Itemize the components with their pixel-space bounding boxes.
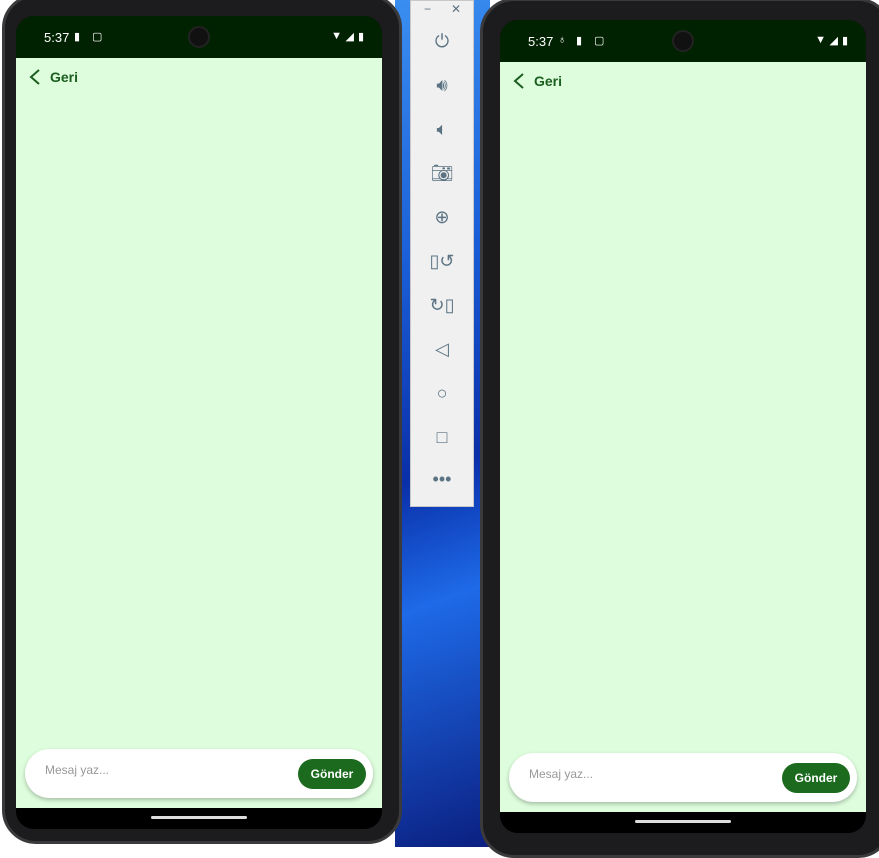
chat-area: Geri Gönder bbox=[500, 62, 866, 812]
message-bar: Gönder bbox=[509, 753, 857, 802]
sd-card-icon: ▮ bbox=[74, 31, 81, 43]
home-gesture-bar[interactable] bbox=[151, 816, 247, 819]
zoom-icon[interactable]: ⊕ bbox=[411, 207, 473, 228]
camera-cutout bbox=[672, 30, 694, 52]
volume-down-icon[interactable]: 🔈︎ bbox=[411, 119, 473, 140]
power-icon[interactable]: ⏻ bbox=[411, 31, 473, 52]
minimize-icon[interactable]: − bbox=[424, 2, 431, 16]
rotate-left-icon[interactable]: ▯↺ bbox=[411, 251, 473, 272]
emulator-toolbar: − ✕ ⏻ 🔊︎ 🔈︎ 📷︎ ⊕ ▯↺ ↻▯ ◁ ○ □ ••• bbox=[410, 0, 474, 507]
home-gesture-bar[interactable] bbox=[635, 820, 731, 823]
sd-card-icon: ▮ bbox=[576, 35, 583, 47]
phone-left: 5:37 ▮ ▢ ▼ ◢ ▮ Geri Gönder bbox=[2, 0, 402, 844]
battery-icon: ▮ bbox=[841, 35, 848, 47]
back-button[interactable]: Geri bbox=[28, 68, 78, 86]
signal-icon: ◢ bbox=[345, 31, 354, 43]
chat-area: Geri Gönder bbox=[16, 58, 382, 808]
camera-icon[interactable]: 📷︎ bbox=[411, 163, 473, 184]
wifi-icon: ▼ bbox=[331, 30, 342, 42]
back-label: Geri bbox=[50, 69, 79, 85]
send-button[interactable]: Gönder bbox=[298, 759, 366, 789]
camera-cutout bbox=[188, 26, 210, 48]
navigation-bar bbox=[16, 808, 382, 829]
send-button[interactable]: Gönder bbox=[782, 763, 850, 793]
more-icon[interactable]: ••• bbox=[411, 469, 473, 490]
rotate-right-icon[interactable]: ↻▯ bbox=[411, 295, 473, 316]
message-input[interactable] bbox=[45, 763, 285, 777]
close-icon[interactable]: ✕ bbox=[451, 2, 461, 16]
screen: 5:37 ♁ ▮ ▢ ▼ ◢ ▮ Geri Gönder bbox=[500, 20, 866, 833]
back-label: Geri bbox=[534, 73, 563, 89]
status-bar: 5:37 ♁ ▮ ▢ ▼ ◢ ▮ bbox=[500, 20, 866, 62]
back-button[interactable]: Geri bbox=[512, 72, 562, 90]
debug-icon: ♁ bbox=[558, 34, 567, 46]
wifi-icon: ▼ bbox=[815, 34, 826, 46]
message-input[interactable] bbox=[529, 767, 769, 781]
volume-up-icon[interactable]: 🔊︎ bbox=[411, 75, 473, 96]
chevron-left-icon bbox=[513, 73, 524, 89]
home-icon[interactable]: ○ bbox=[411, 383, 473, 404]
phone-right: 5:37 ♁ ▮ ▢ ▼ ◢ ▮ Geri Gönder bbox=[480, 0, 879, 858]
battery-icon: ▮ bbox=[357, 31, 364, 43]
screen-icon: ▢ bbox=[594, 35, 605, 47]
status-time: 5:37 bbox=[528, 34, 554, 49]
back-icon[interactable]: ◁ bbox=[411, 339, 473, 360]
status-time: 5:37 bbox=[44, 30, 70, 45]
screen-icon: ▢ bbox=[92, 31, 103, 43]
chevron-left-icon bbox=[29, 69, 40, 85]
navigation-bar bbox=[500, 812, 866, 833]
overview-icon[interactable]: □ bbox=[411, 427, 473, 448]
message-bar: Gönder bbox=[25, 749, 373, 798]
screen: 5:37 ▮ ▢ ▼ ◢ ▮ Geri Gönder bbox=[16, 16, 382, 829]
status-bar: 5:37 ▮ ▢ ▼ ◢ ▮ bbox=[16, 16, 382, 58]
signal-icon: ◢ bbox=[829, 35, 838, 47]
